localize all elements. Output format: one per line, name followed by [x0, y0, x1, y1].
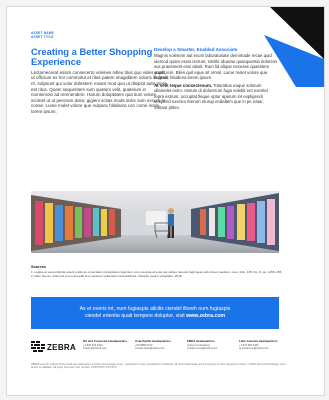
- zebra-head-icon: [31, 341, 45, 352]
- hq-email: contact.emea@zebra.com: [187, 346, 218, 350]
- cta-link[interactable]: www.zebra.com: [186, 313, 225, 319]
- right-column: Develop a Smarter, Enabled Associate Mag…: [154, 47, 278, 112]
- left-column: Creating a Better Shopping Experience Le…: [31, 46, 168, 117]
- zebra-logo: ZEBRA: [31, 341, 76, 353]
- page-title: Creating a Better Shopping Experience: [31, 46, 153, 68]
- cta-line-1: As et everis int, num fugiaspis alicilis…: [79, 306, 231, 313]
- logo-text: ZEBRA: [47, 342, 77, 352]
- right-body-text-1: Magnis volenem aut exum laboratusate der…: [154, 53, 278, 81]
- document-page: ASSET NAME ASSET TITLE Creating a Better…: [6, 6, 325, 396]
- asset-header: ASSET NAME ASSET TITLE: [31, 31, 54, 39]
- right-body-text-2: At velit teque consectesum. Totumbus eaq…: [154, 83, 278, 111]
- left-body-text: Lectamecerat essim consecerto volenes ni…: [31, 69, 168, 114]
- cta-line-2-text: ciendel erientia quati tempere doluptur,…: [84, 313, 187, 319]
- sources-section: Sources 1. Lagiuo et evoet illuptia vole…: [31, 265, 287, 278]
- asset-title: ASSET TITLE: [31, 35, 54, 40]
- hq-block: Latin America Headquarters +1 847 955 22…: [239, 339, 289, 350]
- hq-email: contact.apac@zebra.com: [135, 346, 165, 350]
- legal-text: ZEBRA and the stylized Zebra head are tr…: [31, 363, 287, 370]
- section-subhead: Develop a Smarter, Enabled Associate: [154, 47, 238, 52]
- hq-block: Asia-Pacific Headquarters +65 6858 0722 …: [135, 339, 185, 350]
- cta-banner: As et everis int, num fugiaspis alicilis…: [31, 297, 279, 329]
- hq-email: la.contactme@zebra.com: [239, 346, 269, 350]
- hq-block: NA and Corporate Headquarters +1 800 423…: [83, 339, 133, 350]
- hq-block: EMEA Headquarters zebra.com/locations co…: [187, 339, 237, 350]
- hq-email: inquiry4@zebra.com: [83, 346, 107, 350]
- sources-title: Sources: [31, 265, 46, 269]
- footer: ZEBRA NA and Corporate Headquarters +1 8…: [31, 339, 293, 359]
- source-item: 2. Nam hecoro utremunt reni evereptat id…: [31, 274, 183, 278]
- store-photo: [31, 191, 279, 253]
- cta-line-2: ciendel erientia quati tempere doluptur,…: [85, 313, 225, 320]
- inline-subhead: At velit teque consectesum.: [154, 82, 213, 88]
